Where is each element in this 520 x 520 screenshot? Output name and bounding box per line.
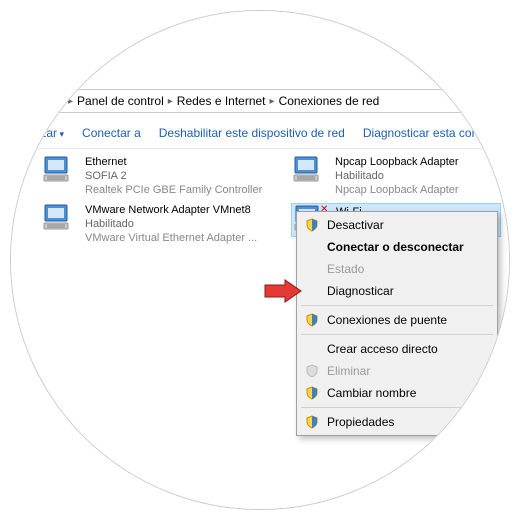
menu-label: Estado [327, 262, 364, 276]
breadcrumb-item[interactable]: Panel de control [77, 94, 164, 108]
network-adapter-icon [291, 155, 327, 187]
adapter-status: SOFIA 2 [85, 169, 262, 183]
menu-label: Eliminar [327, 364, 370, 378]
shield-icon [305, 415, 319, 429]
adapter-ethernet[interactable]: Ethernet SOFIA 2 Realtek PCIe GBE Family… [41, 155, 281, 197]
menu-estado: Estado [299, 258, 495, 280]
menu-acceso-directo[interactable]: Crear acceso directo [299, 338, 495, 360]
chevron-right-icon: ▸ [168, 96, 173, 107]
adapter-desc: Realtek PCIe GBE Family Controller [85, 183, 262, 197]
network-adapter-icon [41, 155, 77, 187]
network-adapter-icon [41, 203, 77, 235]
menu-cambiar-nombre[interactable]: Cambiar nombre [299, 382, 495, 404]
breadcrumb-item[interactable]: Redes e Internet [177, 94, 266, 108]
menu-puente[interactable]: Conexiones de puente [299, 309, 495, 331]
adapter-status: Habilitado [85, 217, 257, 231]
adapter-name: Npcap Loopback Adapter [335, 155, 459, 169]
breadcrumb[interactable]: ▸ Panel de control ▸ Redes e Internet ▸ … [41, 89, 510, 113]
menu-label: Conectar o desconectar [327, 240, 464, 254]
instruction-arrow-icon [263, 279, 303, 303]
menu-eliminar: Eliminar [299, 360, 495, 382]
adapter-vmnet8[interactable]: VMware Network Adapter VMnet8 Habilitado… [41, 203, 281, 245]
menu-label: Propiedades [327, 415, 394, 429]
window-title-fragment: e red [41, 63, 68, 77]
chevron-right-icon: ▸ [68, 96, 73, 107]
diagnose-connection-button[interactable]: Diagnosticar esta conexión [363, 126, 507, 140]
chevron-right-icon: ▸ [270, 96, 275, 107]
adapter-name: Ethernet [85, 155, 262, 169]
menu-label: Desactivar [327, 218, 384, 232]
breadcrumb-item[interactable]: Conexiones de red [279, 94, 380, 108]
menu-label: Crear acceso directo [327, 342, 438, 356]
menu-separator [301, 334, 493, 335]
disable-device-button[interactable]: Deshabilitar este dispositivo de red [159, 126, 345, 140]
adapter-desc: Npcap Loopback Adapter [335, 183, 459, 197]
context-menu: Desactivar Conectar o desconectar Estado… [296, 211, 498, 436]
adapter-status: Habilitado [335, 169, 459, 183]
menu-separator [301, 407, 493, 408]
network-icon [48, 93, 64, 109]
menu-label: Conexiones de puente [327, 313, 447, 327]
menu-label: Diagnosticar [327, 284, 394, 298]
connect-to-button[interactable]: Conectar a [82, 126, 141, 140]
menu-propiedades[interactable]: Propiedades [299, 411, 495, 433]
menu-conectar-desconectar[interactable]: Conectar o desconectar [299, 236, 495, 258]
shield-icon [305, 364, 319, 378]
menu-separator [301, 305, 493, 306]
adapter-desc: VMware Virtual Ethernet Adapter ... [85, 231, 257, 245]
menu-diagnosticar[interactable]: Diagnosticar [299, 280, 495, 302]
menu-desactivar[interactable]: Desactivar [299, 214, 495, 236]
shield-icon [305, 386, 319, 400]
toolbar: nizar Conectar a Deshabilitar este dispo… [31, 121, 510, 149]
adapter-npcap[interactable]: Npcap Loopback Adapter Habilitado Npcap … [291, 155, 510, 197]
shield-icon [305, 218, 319, 232]
shield-icon [305, 313, 319, 327]
adapter-name: VMware Network Adapter VMnet8 [85, 203, 257, 217]
organize-button[interactable]: nizar [31, 126, 64, 140]
menu-label: Cambiar nombre [327, 386, 416, 400]
